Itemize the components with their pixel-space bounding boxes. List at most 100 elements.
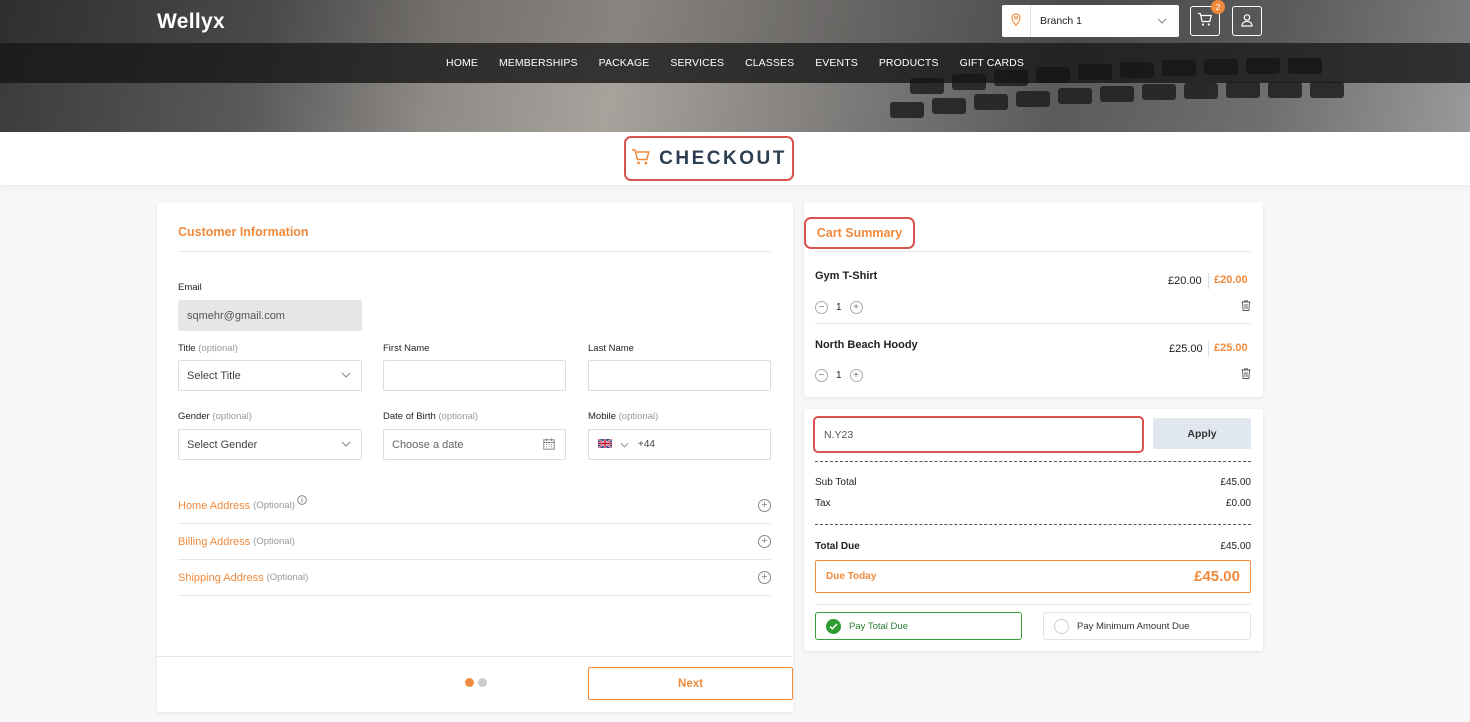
email-field: sqmehr@gmail.com bbox=[178, 300, 362, 331]
email-label: Email bbox=[178, 282, 202, 293]
qty-value: 1 bbox=[836, 302, 842, 313]
cart-count-badge: 2 bbox=[1211, 0, 1225, 14]
pay-minimum-due-label: Pay Minimum Amount Due bbox=[1077, 620, 1190, 632]
mobile-label: Mobile (optional) bbox=[588, 411, 659, 422]
cart-summary-heading: Cart Summary bbox=[804, 217, 915, 249]
checkout-heading: CHECKOUT bbox=[624, 136, 794, 181]
first-name-input[interactable] bbox=[383, 360, 566, 391]
increase-qty-button[interactable]: + bbox=[849, 301, 863, 314]
promo-code-value: N.Y23 bbox=[824, 428, 854, 441]
home-address-optional: (Optional) bbox=[253, 500, 295, 511]
title-select-value: Select Title bbox=[187, 369, 241, 382]
title-select[interactable]: Select Title bbox=[178, 360, 362, 391]
gender-select-value: Select Gender bbox=[187, 438, 258, 451]
dob-placeholder: Choose a date bbox=[392, 438, 464, 451]
cart-item-name: North Beach Hoody bbox=[815, 339, 918, 351]
location-pin-icon bbox=[1002, 13, 1030, 29]
cart-item-total: £25.00 bbox=[1214, 342, 1248, 354]
expand-plus-icon[interactable]: + bbox=[758, 535, 771, 548]
next-button[interactable]: Next bbox=[588, 667, 793, 700]
increase-qty-button[interactable]: + bbox=[849, 369, 863, 382]
quantity-stepper: − 1 + bbox=[815, 301, 863, 314]
home-address-accordion[interactable]: Home Address (Optional) + bbox=[178, 488, 771, 524]
gender-label: Gender (optional) bbox=[178, 411, 252, 422]
trash-icon[interactable] bbox=[1241, 368, 1251, 382]
branch-label: Branch 1 bbox=[1040, 15, 1083, 27]
branch-select[interactable]: Branch 1 bbox=[1002, 5, 1179, 37]
gender-select[interactable]: Select Gender bbox=[178, 429, 362, 460]
country-code: +44 bbox=[638, 439, 655, 450]
email-value: sqmehr@gmail.com bbox=[187, 309, 285, 322]
qty-value: 1 bbox=[836, 370, 842, 381]
subtotal-value: £45.00 bbox=[1220, 477, 1251, 488]
shipping-address-title: Shipping Address bbox=[178, 571, 264, 584]
main-nav: HOME MEMBERSHIPS PACKAGE SERVICES CLASSE… bbox=[0, 43, 1470, 83]
radio-icon bbox=[1054, 618, 1069, 634]
checkmark-icon bbox=[826, 618, 841, 634]
chevron-down-icon bbox=[341, 370, 351, 381]
order-summary-card: N.Y23 Apply Sub Total £45.00 Tax £0.00 T… bbox=[804, 409, 1263, 651]
cart-icon bbox=[631, 148, 651, 169]
customer-info-title: Customer Information bbox=[178, 225, 309, 239]
decrease-qty-button[interactable]: − bbox=[815, 301, 828, 314]
nav-package[interactable]: PACKAGE bbox=[599, 57, 650, 69]
trash-icon[interactable] bbox=[1241, 300, 1251, 314]
title-bar: CHECKOUT bbox=[0, 132, 1470, 185]
account-button[interactable] bbox=[1232, 6, 1262, 36]
due-today-box: Due Today £45.00 bbox=[815, 560, 1251, 593]
first-name-label: First Name bbox=[383, 343, 430, 354]
pay-total-due-option[interactable]: Pay Total Due bbox=[815, 612, 1022, 640]
calendar-icon[interactable] bbox=[543, 438, 555, 453]
page-title: CHECKOUT bbox=[659, 147, 787, 169]
nav-home[interactable]: HOME bbox=[446, 57, 478, 69]
chevron-down-icon bbox=[341, 439, 351, 450]
nav-classes[interactable]: CLASSES bbox=[745, 57, 794, 69]
apply-button[interactable]: Apply bbox=[1153, 418, 1251, 449]
chevron-down-icon bbox=[1157, 16, 1179, 27]
billing-address-accordion[interactable]: Billing Address (Optional) + bbox=[178, 524, 771, 560]
home-address-title: Home Address bbox=[178, 499, 251, 512]
tax-value: £0.00 bbox=[1225, 498, 1251, 509]
shipping-address-accordion[interactable]: Shipping Address (Optional) + bbox=[178, 560, 771, 596]
billing-address-title: Billing Address bbox=[178, 535, 251, 548]
expand-plus-icon[interactable]: + bbox=[758, 499, 771, 512]
info-icon[interactable] bbox=[297, 495, 307, 508]
shipping-address-optional: (Optional) bbox=[266, 572, 309, 583]
cart-summary-title: Cart Summary bbox=[816, 226, 903, 240]
decrease-qty-button[interactable]: − bbox=[815, 369, 828, 382]
customer-info-card: Customer Information Email sqmehr@gmail.… bbox=[157, 202, 793, 712]
user-icon bbox=[1240, 13, 1254, 30]
nav-services[interactable]: SERVICES bbox=[670, 57, 724, 69]
step-indicator bbox=[465, 678, 487, 687]
due-today-value: £45.00 bbox=[1194, 568, 1240, 585]
cart-icon bbox=[1197, 12, 1213, 30]
step-dot-active bbox=[465, 678, 474, 687]
brand-logo[interactable]: Wellyx bbox=[157, 10, 225, 34]
dob-label: Date of Birth (optional) bbox=[383, 411, 479, 422]
dob-input[interactable]: Choose a date bbox=[383, 429, 566, 460]
cart-item-price: £20.00 bbox=[1168, 275, 1202, 287]
quantity-stepper: − 1 + bbox=[815, 369, 863, 382]
nav-memberships[interactable]: MEMBERSHIPS bbox=[499, 57, 578, 69]
nav-gift-cards[interactable]: GIFT CARDS bbox=[960, 57, 1024, 69]
pay-minimum-due-option[interactable]: Pay Minimum Amount Due bbox=[1043, 612, 1251, 640]
tax-label: Tax bbox=[815, 498, 831, 509]
nav-events[interactable]: EVENTS bbox=[815, 57, 858, 69]
total-due-label: Total Due bbox=[815, 541, 860, 552]
mobile-input[interactable]: +44 bbox=[588, 429, 771, 460]
uk-flag-icon[interactable] bbox=[597, 437, 613, 451]
subtotal-label: Sub Total bbox=[815, 477, 857, 488]
cart-item-price: £25.00 bbox=[1169, 343, 1203, 355]
chevron-down-icon[interactable] bbox=[620, 439, 629, 451]
total-due-value: £45.00 bbox=[1220, 541, 1251, 552]
cart-item-name: Gym T-Shirt bbox=[815, 270, 878, 282]
expand-plus-icon[interactable]: + bbox=[758, 571, 771, 584]
pay-total-due-label: Pay Total Due bbox=[849, 620, 908, 632]
last-name-input[interactable] bbox=[588, 360, 771, 391]
step-dot bbox=[478, 678, 487, 687]
nav-products[interactable]: PRODUCTS bbox=[879, 57, 939, 69]
billing-address-optional: (Optional) bbox=[253, 536, 295, 547]
due-today-label: Due Today bbox=[826, 571, 877, 582]
promo-code-input[interactable]: N.Y23 bbox=[813, 416, 1144, 453]
cart-button[interactable]: 2 bbox=[1190, 0, 1225, 36]
